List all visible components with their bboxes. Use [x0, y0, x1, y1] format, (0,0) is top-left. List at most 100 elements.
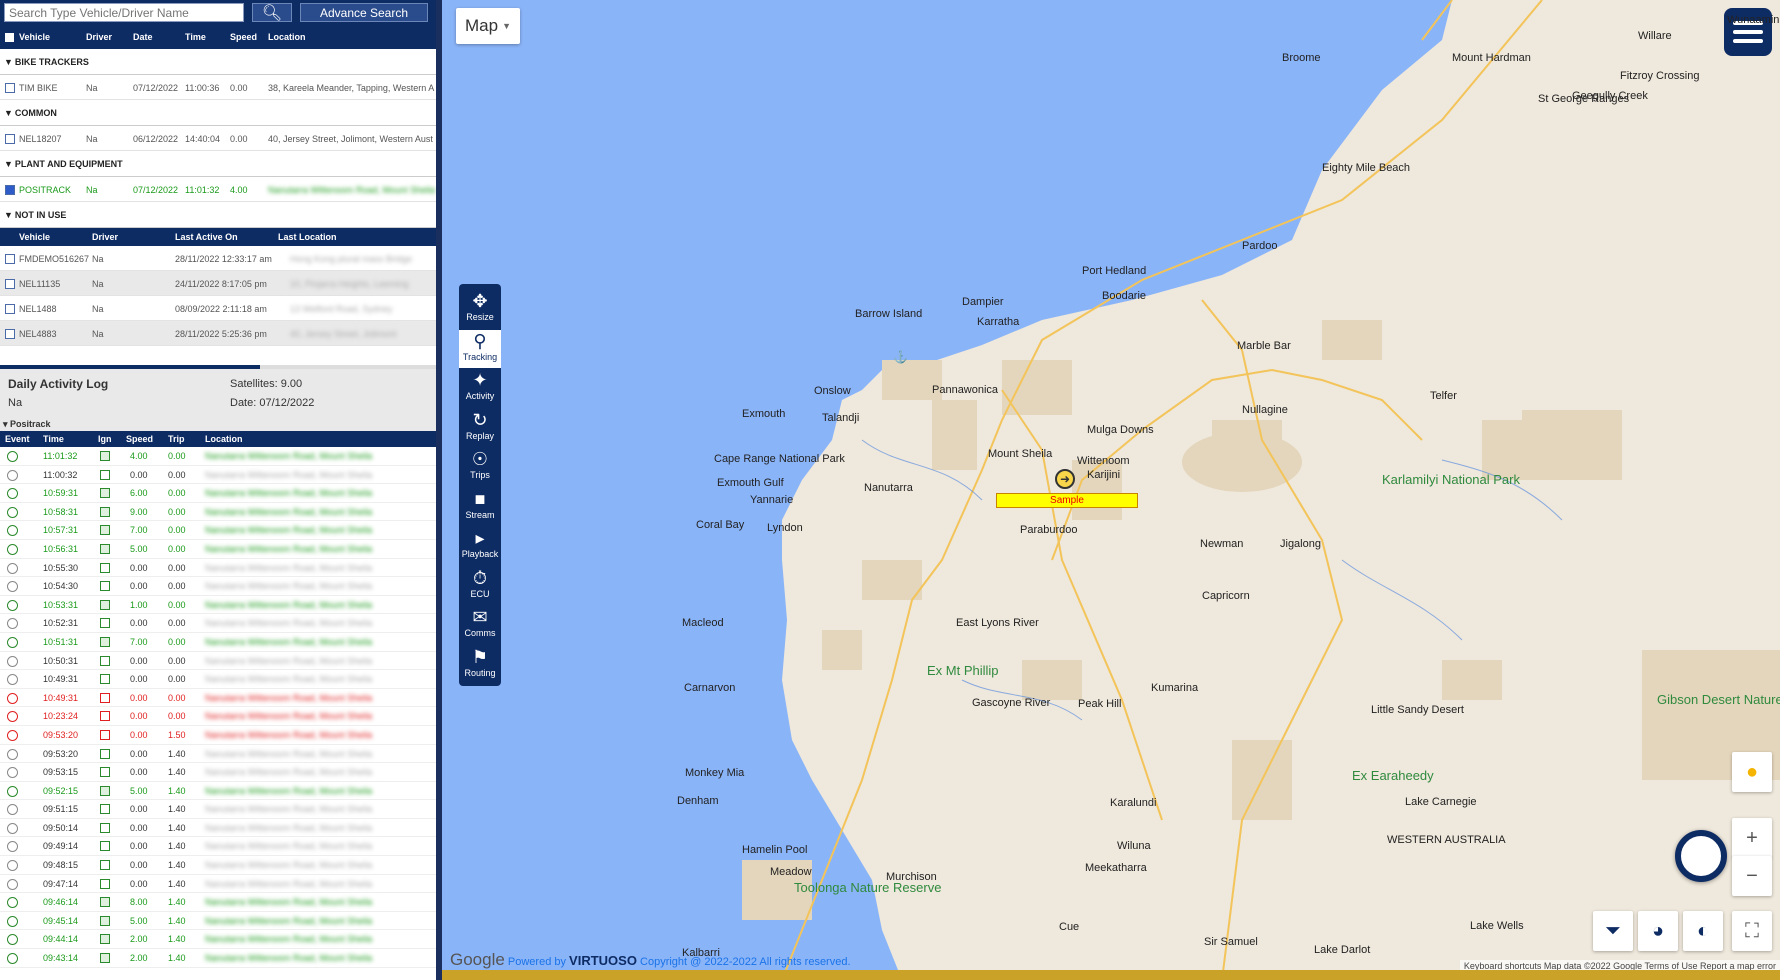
ship-icon[interactable]: ⚓ [893, 350, 908, 364]
fullscreen-button[interactable]: ⛶ [1732, 911, 1772, 951]
log-row[interactable]: 10:58:31 9.00 0.00 Nanutarra Wittenoom Road… [0, 503, 436, 522]
tool-tracking[interactable]: ⚲ Tracking [459, 329, 501, 368]
log-row[interactable]: 10:55:30 0.00 0.00 Nanutarra Wittenoom Road… [0, 559, 436, 578]
tool-replay[interactable]: ↻ Replay [459, 409, 501, 447]
log-col-speed[interactable]: Speed [126, 434, 153, 444]
log-row[interactable]: 09:49:14 0.00 1.40 Nanutarra Wittenoom Road… [0, 837, 436, 857]
log-row[interactable]: 10:50:31 0.00 0.00 Nanutarra Wittenoom Road… [0, 652, 436, 671]
log-row[interactable]: 09:47:14 0.00 1.40 Nanutarra Wittenoom Road… [0, 875, 436, 894]
log-col-trip[interactable]: Trip [168, 434, 185, 444]
group-header[interactable]: ▼ PLANT AND EQUIPMENT [0, 151, 436, 177]
log-row[interactable]: 09:44:14 2.00 1.40 Nanutarra Wittenoom Road… [0, 930, 436, 950]
group-header[interactable]: ▼ NOT IN USE [0, 202, 436, 228]
speed-gauge-icon[interactable]: ◕ [1638, 911, 1678, 951]
log-row[interactable]: 10:57:31 7.00 0.00 Nanutarra Wittenoom Road… [0, 521, 436, 540]
log-row[interactable]: 10:54:30 0.00 0.00 Nanutarra Wittenoom Road… [0, 577, 436, 596]
log-col-location[interactable]: Location [205, 434, 243, 444]
traffic-light-icon[interactable]: ⏷ [1593, 911, 1633, 951]
select-all-checkbox[interactable] [5, 33, 14, 42]
log-row[interactable]: 10:56:31 5.00 0.00 Nanutarra Wittenoom Road… [0, 540, 436, 559]
speed: 0.00 [230, 83, 248, 93]
tool-routing[interactable]: ⚑ Routing [459, 646, 501, 684]
tool-resize[interactable]: ✥ Resize [459, 290, 501, 328]
log-row[interactable]: 10:53:31 1.00 0.00 Nanutarra Wittenoom Road… [0, 596, 436, 615]
tool-playback[interactable]: ▸ Playback [459, 527, 501, 565]
vehicle-checkbox[interactable] [5, 329, 15, 339]
col-time[interactable]: Time [185, 32, 206, 42]
log-col-ign[interactable]: Ign [98, 434, 112, 444]
log-col-event[interactable]: Event [5, 434, 30, 444]
pegman-icon[interactable]: ● [1732, 752, 1772, 792]
vehicle-checkbox[interactable] [5, 279, 15, 289]
niu-col-driver[interactable]: Driver [92, 232, 118, 242]
log-row[interactable]: 10:59:31 6.00 0.00 Nanutarra Wittenoom Road… [0, 484, 436, 503]
log-row[interactable]: 09:48:15 0.00 1.40 Nanutarra Wittenoom Road… [0, 856, 436, 875]
col-location[interactable]: Location [268, 32, 306, 42]
log-row[interactable]: 09:50:14 0.00 1.40 Nanutarra Wittenoom Road… [0, 819, 436, 838]
search-input[interactable] [4, 3, 244, 22]
log-row[interactable]: 10:23:24 0.00 0.00 Nanutarra Wittenoom Road… [0, 707, 436, 726]
map-type-button[interactable]: Map ▼ [456, 8, 520, 44]
vehicle-checkbox[interactable] [5, 254, 15, 264]
inactive-vehicle-row[interactable]: FMDEMO516267 Na 28/11/2022 12:33:17 am Hong… [0, 246, 436, 271]
dashboard-icon[interactable]: ◐ [1683, 911, 1723, 951]
col-vehicle[interactable]: Vehicle [19, 32, 50, 42]
niu-col-last-active[interactable]: Last Active On [175, 232, 238, 242]
col-driver[interactable]: Driver [86, 32, 112, 42]
log-row[interactable]: 09:53:20 0.00 1.50 Nanutarra Wittenoom Road… [0, 726, 436, 745]
log-row[interactable]: 09:43:14 2.00 1.40 Nanutarra Wittenoom Road… [0, 949, 436, 968]
inactive-vehicle-row[interactable]: NEL4883 Na 28/11/2022 5:25:36 pm 40, Jersey… [0, 321, 436, 346]
vehicle-checkbox[interactable] [5, 134, 15, 144]
search-icon: 🔍︎ [261, 4, 283, 22]
vehicle-checkbox[interactable] [5, 83, 15, 93]
vehicle-checkbox[interactable] [5, 304, 15, 314]
log-row[interactable]: 09:53:15 0.00 1.40 Nanutarra Wittenoom Road… [0, 763, 436, 782]
tool-ecu[interactable]: ⏱ ECU [459, 567, 501, 605]
vehicle-row[interactable]: TIM BIKE Na 07/12/2022 11:00:36 0.00 38, Kare… [0, 75, 436, 100]
log-row[interactable]: 09:52:15 5.00 1.40 Nanutarra Wittenoom Road… [0, 782, 436, 801]
log-col-time[interactable]: Time [43, 434, 64, 444]
vehicle-marker-icon[interactable]: ➜ [1055, 469, 1075, 489]
log-row[interactable]: 10:49:31 0.00 0.00 Nanutarra Wittenoom Road… [0, 670, 436, 689]
log-row[interactable]: 09:53:20 0.00 1.40 Nanutarra Wittenoom Road… [0, 745, 436, 764]
positrack-group[interactable]: ▾ Positrack [0, 419, 436, 431]
tool-trips[interactable]: ☉ Trips [459, 448, 501, 486]
log-row[interactable]: 09:45:14 5.00 1.40 Nanutarra Wittenoom Road… [0, 912, 436, 931]
place-label: Kumarina [1151, 682, 1199, 694]
place-label: Yannarie [750, 494, 794, 506]
log-row[interactable]: 11:00:32 0.00 0.00 Nanutarra Wittenoom Road… [0, 466, 436, 485]
group-header[interactable]: ▼ BIKE TRACKERS [0, 49, 436, 75]
niu-col-vehicle[interactable]: Vehicle [19, 232, 50, 242]
sample-marker-label[interactable]: Sample [996, 493, 1138, 508]
place-label: Dampier [962, 296, 1004, 308]
vehicle-row[interactable]: POSITRACK Na 07/12/2022 11:01:32 4.00 Nanutar… [0, 177, 436, 202]
log-row[interactable]: 09:51:15 0.00 1.40 Nanutarra Wittenoom Road… [0, 800, 436, 819]
zoom-in-button[interactable]: + [1732, 818, 1772, 858]
vehicle-checkbox[interactable] [5, 185, 15, 195]
group-header[interactable]: ▼ COMMON [0, 100, 436, 126]
search-button[interactable]: 🔍︎ [252, 3, 292, 22]
log-row[interactable]: 10:52:31 0.00 0.00 Nanutarra Wittenoom Road… [0, 614, 436, 633]
google-logo: Google [450, 950, 505, 969]
virtuoso-logo-icon[interactable] [1675, 830, 1727, 882]
tool-label: Playback [461, 549, 499, 559]
map-canvas[interactable]: Map ▼ Broome Eighty Mile Beach Pardoo Port H… [442, 0, 1780, 980]
zoom-out-button[interactable]: − [1732, 856, 1772, 896]
niu-col-last-location[interactable]: Last Location [278, 232, 337, 242]
col-date[interactable]: Date [133, 32, 153, 42]
vehicle-row[interactable]: NEL18207 Na 06/12/2022 14:40:04 0.00 40, Jers… [0, 126, 436, 151]
tool-activity[interactable]: ✦ Activity [459, 369, 501, 407]
log-row[interactable]: 10:49:31 0.00 0.00 Nanutarra Wittenoom Road… [0, 689, 436, 708]
log-trip: 0.00 [168, 655, 186, 666]
col-speed[interactable]: Speed [230, 32, 257, 42]
place-label: Monkey Mia [685, 767, 745, 779]
log-row[interactable]: 10:51:31 7.00 0.00 Nanutarra Wittenoom Road… [0, 633, 436, 652]
advance-search-button[interactable]: Advance Search [300, 3, 428, 22]
tool-stream[interactable]: ■ Stream [459, 488, 501, 526]
log-time: 09:46:14 [43, 897, 79, 908]
tool-comms[interactable]: ✉ Comms [459, 606, 501, 644]
log-row[interactable]: 11:01:32 4.00 0.00 Nanutarra Wittenoom Road… [0, 447, 436, 466]
log-row[interactable]: 09:46:14 8.00 1.40 Nanutarra Wittenoom Road… [0, 893, 436, 912]
inactive-vehicle-row[interactable]: NEL11135 Na 24/11/2022 8:17:05 pm 10, Pinja… [0, 271, 436, 296]
inactive-vehicle-row[interactable]: NEL1488 Na 08/09/2022 2:11:18 am 13 Welford… [0, 296, 436, 321]
